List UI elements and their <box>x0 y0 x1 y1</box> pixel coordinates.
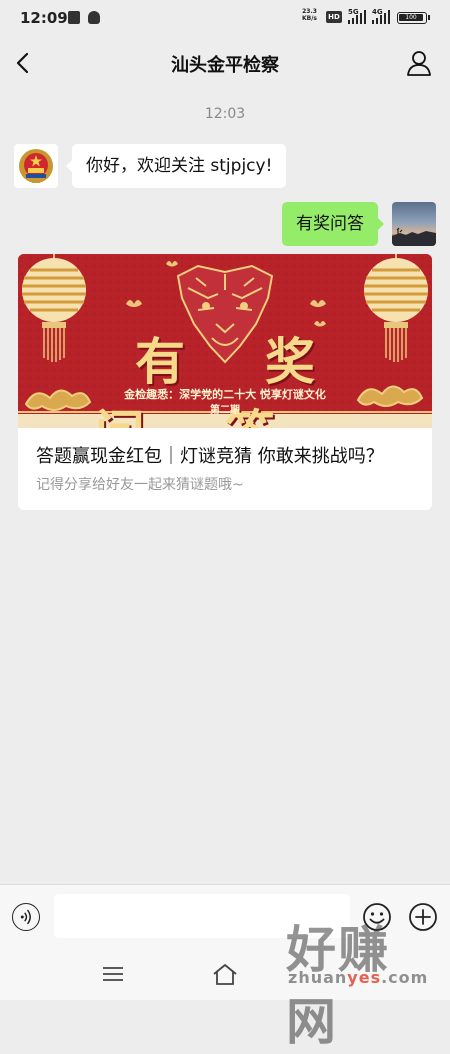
procuratorate-emblem-icon <box>19 149 53 183</box>
network-speed-value: 23.3 <box>302 8 317 15</box>
input-bar <box>0 884 450 949</box>
home-icon[interactable] <box>212 962 238 986</box>
signal-4g-icon: 4G <box>372 8 390 24</box>
page-title: 汕头金平检察 <box>171 55 279 76</box>
signal-5g-icon: 5G <box>348 8 366 24</box>
cover-issue: 第二期 <box>210 405 240 416</box>
notification-icon <box>68 11 80 24</box>
article-card[interactable]: 有奖问答 金检趣悉：深学党的二十大 悦享灯谜文化 第二期 答题赢现金红包｜灯谜竞… <box>18 254 432 510</box>
person-icon[interactable] <box>406 49 432 77</box>
network-speed-unit: KB/s <box>302 15 317 22</box>
article-title[interactable]: 答题赢现金红包｜灯谜竞猜 你敢来挑战吗？ <box>36 442 384 468</box>
system-navigation-bar <box>0 948 450 1000</box>
user-avatar[interactable] <box>392 202 436 246</box>
battery-level: 100 <box>399 14 423 21</box>
menu-icon[interactable] <box>103 966 123 982</box>
welcome-message-bubble[interactable]: 你好，欢迎关注 stjpjcy! <box>65 144 287 188</box>
cover-subline: 金检趣悉：深学党的二十大 悦享灯谜文化 <box>124 388 326 401</box>
plus-circle-icon[interactable] <box>408 902 438 932</box>
network-speed: 23.3 KB/s <box>302 8 317 22</box>
voice-icon[interactable] <box>12 903 40 931</box>
article-cover-image: 有奖问答 金检趣悉：深学党的二十大 悦享灯谜文化 第二期 <box>18 254 432 428</box>
landscape-photo <box>392 227 436 246</box>
message-input[interactable] <box>54 894 350 938</box>
nav-bar: 汕头金平检察 <box>0 36 450 90</box>
message-timestamp: 12:03 <box>204 106 246 122</box>
qq-icon <box>88 11 100 24</box>
hd-badge: HD <box>326 11 342 23</box>
official-account-avatar[interactable] <box>14 144 58 188</box>
user-message-bubble[interactable]: 有奖问答 <box>282 202 384 246</box>
article-description: 记得分享给好友一起来猜谜题哦~ <box>36 477 244 493</box>
status-bar: 12:09 23.3 KB/s HD 5G 4G 100 <box>0 0 450 36</box>
battery-icon: 100 <box>397 12 430 24</box>
emoji-icon[interactable] <box>362 902 392 932</box>
status-time: 12:09 <box>20 9 68 27</box>
